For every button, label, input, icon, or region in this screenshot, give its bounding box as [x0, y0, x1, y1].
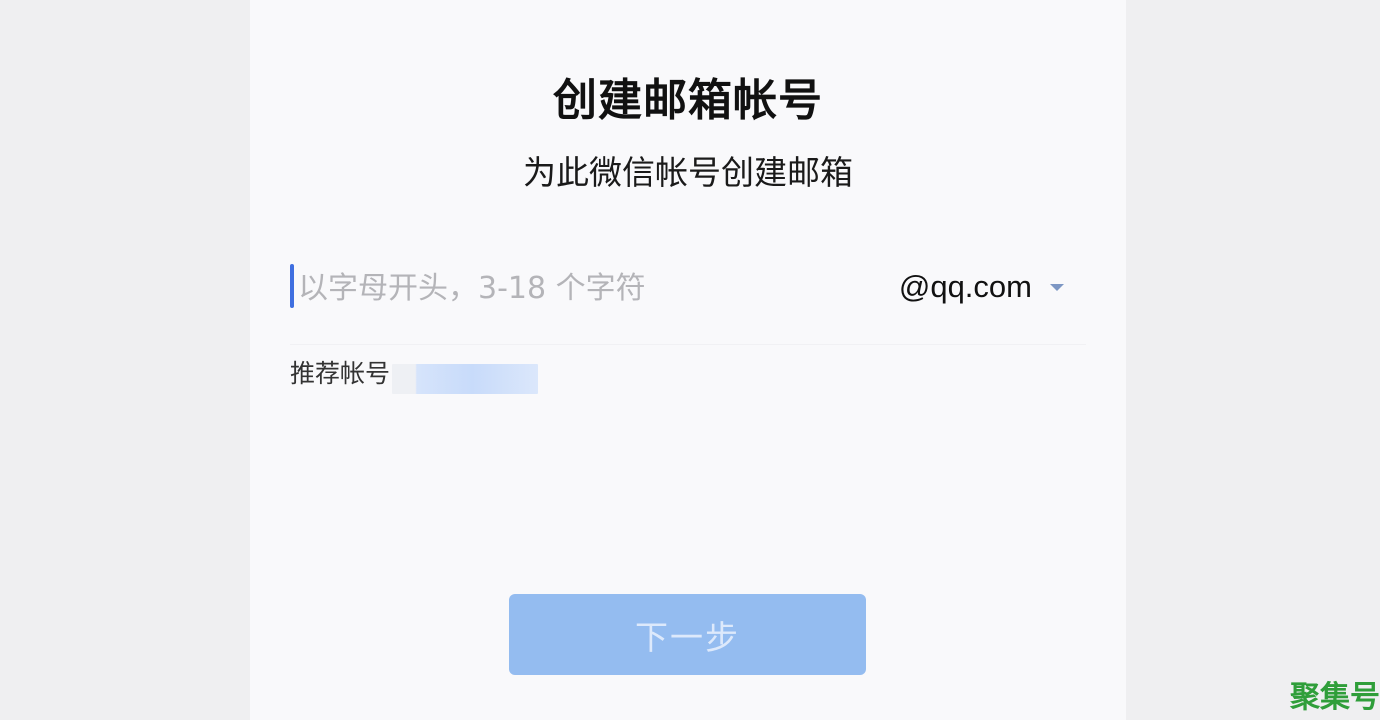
account-name-input[interactable] [296, 260, 860, 316]
recommended-account-redacted[interactable] [392, 364, 539, 394]
page-subtitle: 为此微信帐号创建邮箱 [523, 153, 853, 192]
input-divider [290, 344, 1086, 345]
text-cursor [290, 264, 294, 308]
create-mailbox-screen: 创建邮箱帐号 为此微信帐号创建邮箱 @qq.com 推荐帐号 下一步 [250, 0, 1126, 720]
account-input-row: @qq.com [290, 256, 1086, 318]
caret-down-icon [1050, 283, 1064, 291]
page-title: 创建邮箱帐号 [553, 75, 823, 126]
domain-selected-value: @qq.com [898, 269, 1032, 304]
recommended-account-row: 推荐帐号 [290, 352, 539, 394]
next-step-button[interactable]: 下一步 [509, 594, 866, 675]
watermark-logo: 聚集号 [1290, 680, 1380, 715]
recommended-account-label: 推荐帐号 [290, 359, 391, 388]
domain-dropdown[interactable]: @qq.com [899, 262, 1086, 312]
